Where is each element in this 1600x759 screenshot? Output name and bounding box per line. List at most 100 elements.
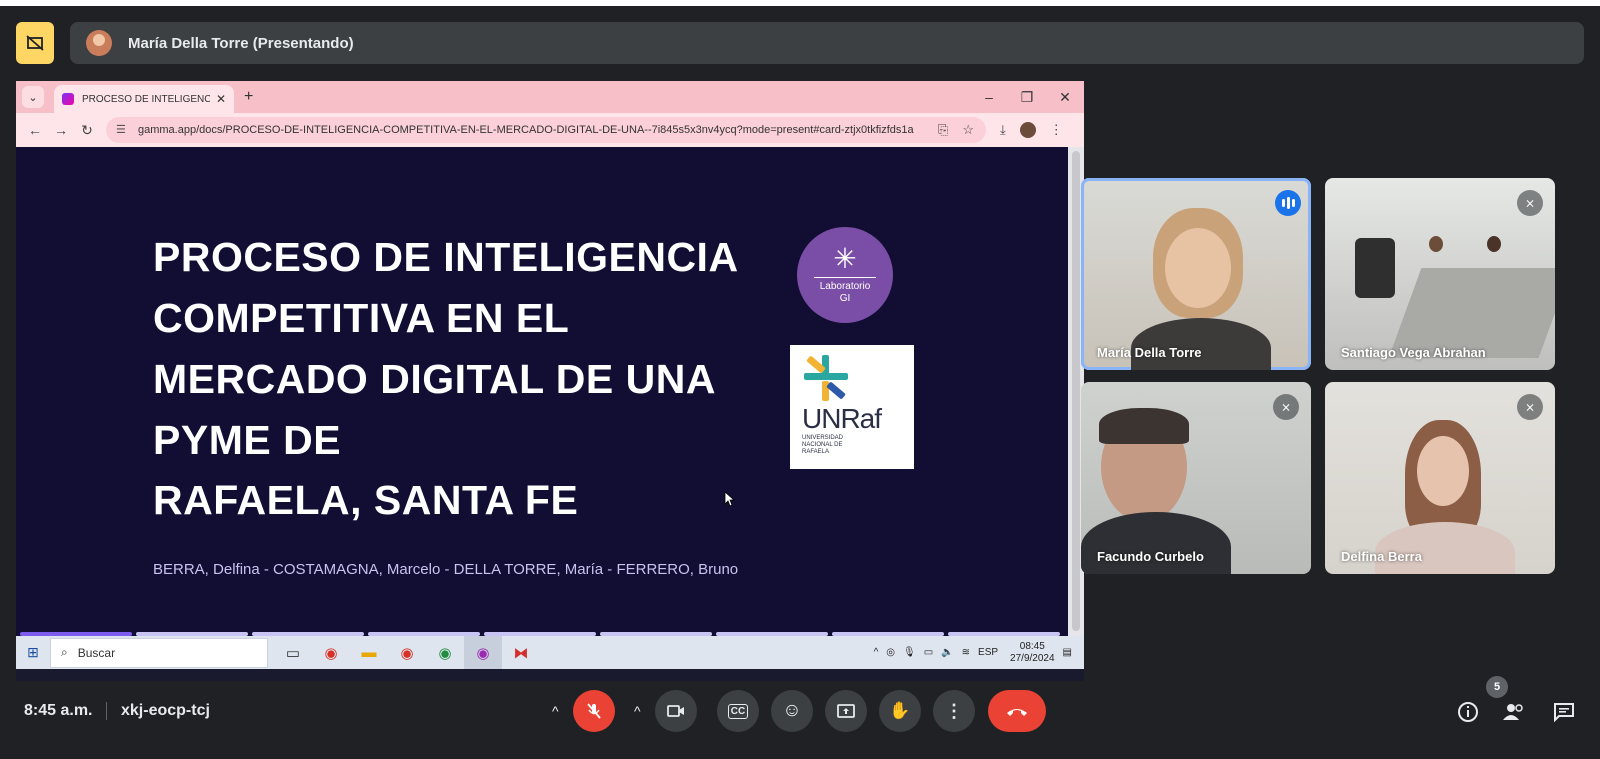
mic-off-icon: ⨯ — [1517, 394, 1543, 420]
presentation-slide: PROCESO DE INTELIGENCIA COMPETITIVA EN E… — [16, 147, 1068, 651]
slide-authors: BERRA, Delfina - COSTAMAGNA, Marcelo - D… — [153, 561, 739, 578]
slide-title-line: COMPETITIVA EN EL — [153, 295, 570, 341]
participant-tile[interactable]: ⨯ Santiago Vega Abrahan — [1325, 178, 1555, 370]
clock[interactable]: 08:45 27/9/2024 — [1010, 641, 1055, 665]
participant-hair — [1099, 408, 1189, 444]
chrome-icon[interactable]: ◉ — [426, 636, 464, 669]
reactions-button[interactable]: ☺ — [771, 690, 813, 732]
url-field[interactable]: ☰ gamma.app/docs/PROCESO-DE-INTELIGENCIA… — [106, 117, 986, 143]
lab-logo-line1: Laboratorio — [819, 281, 871, 292]
participant-tile[interactable]: ⨯ Facundo Curbelo — [1081, 382, 1311, 574]
browser-tab-bar: ⌄ PROCESO DE INTELIGENCIA CO ✕ + – ❐ ✕ — [16, 81, 1084, 113]
lab-logo-line2: GI — [839, 293, 851, 304]
browser-tab[interactable]: PROCESO DE INTELIGENCIA CO ✕ — [54, 85, 234, 113]
gamma-favicon-icon — [62, 93, 74, 105]
window-controls: – ❐ ✕ — [970, 81, 1084, 113]
slide-title-line: MERCADO DIGITAL DE UNA — [153, 356, 716, 402]
chat-icon[interactable] — [1550, 698, 1578, 726]
system-tray: ^ ◎ 🎙 ▭ 🔈 ≋ ESP 08:45 27/9/2024 ▤ — [874, 636, 1072, 669]
bookmark-star-icon[interactable]: ☆ — [962, 122, 974, 138]
close-window-icon[interactable]: ✕ — [1046, 81, 1084, 113]
task-view-icon[interactable]: ▭ — [274, 636, 312, 669]
tab-search-button[interactable]: ⌄ — [22, 86, 44, 108]
wifi-icon[interactable]: ≋ — [962, 647, 970, 658]
more-vert-icon: ⋮ — [945, 700, 963, 721]
address-bar: ← → ↻ ☰ gamma.app/docs/PROCESO-DE-INTELI… — [16, 113, 1084, 147]
participant-face — [1429, 236, 1443, 252]
unraf-sub: NACIONAL DE — [802, 442, 843, 448]
notifications-icon[interactable]: ▤ — [1063, 647, 1072, 658]
cast-icon[interactable]: ⎘ — [938, 122, 948, 138]
presenter-bar: María Della Torre (Presentando) — [70, 22, 1584, 64]
participant-face — [1417, 436, 1469, 506]
restore-icon[interactable]: ❐ — [1008, 81, 1046, 113]
participant-body — [1131, 318, 1271, 370]
more-options-button[interactable]: ⋮ — [933, 690, 975, 732]
present-off-icon — [26, 35, 44, 51]
hand-icon: ✋ — [889, 701, 911, 720]
camera-icon[interactable]: ◎ — [886, 647, 895, 658]
url-text: gamma.app/docs/PROCESO-DE-INTELIGENCIA-C… — [138, 124, 914, 136]
top-strip — [0, 0, 1600, 6]
minimize-icon[interactable]: – — [970, 81, 1008, 113]
microphone-icon[interactable]: 🎙 — [903, 647, 916, 658]
asterisk-icon: ✳ — [833, 243, 857, 274]
raise-hand-button[interactable]: ✋ — [879, 690, 921, 732]
slide-title-line: PROCESO DE INTELIGENCIA — [153, 234, 739, 280]
present-button[interactable] — [825, 690, 867, 732]
call-end-icon — [1007, 709, 1027, 716]
close-icon[interactable]: ✕ — [216, 92, 226, 106]
back-icon[interactable]: ← — [22, 122, 48, 138]
captions-button[interactable]: CC — [717, 690, 759, 732]
camera-toggle-button[interactable] — [655, 690, 697, 732]
volume-icon[interactable]: 🔈 — [941, 647, 953, 658]
participant-tile[interactable]: ⨯ Delfina Berra — [1325, 382, 1555, 574]
participant-body — [1375, 522, 1515, 574]
windows-start-icon[interactable]: ⊞ — [16, 644, 50, 661]
office-chair — [1355, 238, 1395, 298]
shared-screen: ⌄ PROCESO DE INTELIGENCIA CO ✕ + – ❐ ✕ ←… — [16, 81, 1084, 681]
chrome-icon[interactable]: ◉ — [312, 636, 350, 669]
video-options-chevron-icon[interactable]: ^ — [634, 690, 641, 732]
leave-call-button[interactable] — [988, 690, 1046, 732]
stop-presenting-button[interactable] — [16, 22, 54, 64]
forward-icon[interactable]: → — [48, 122, 74, 138]
mic-off-icon — [587, 703, 601, 719]
profile-avatar[interactable] — [1019, 122, 1036, 138]
site-info-icon[interactable]: ☰ — [116, 123, 130, 137]
unraf-mark-icon — [802, 355, 850, 401]
laboratorio-gi-logo: ✳ Laboratorio GI — [797, 227, 893, 323]
audio-options-chevron-icon[interactable]: ^ — [552, 690, 559, 732]
slide-title-line: PYME DE — [153, 417, 342, 463]
video-camera-icon — [667, 705, 684, 717]
divider — [106, 702, 107, 720]
captions-icon: CC — [727, 703, 749, 719]
new-tab-icon[interactable]: + — [244, 88, 253, 106]
search-icon: ⌕ — [61, 645, 68, 659]
mic-off-icon: ⨯ — [1273, 394, 1299, 420]
avatar — [86, 30, 112, 56]
unraf-logo: UNRaf UNIVERSIDAD NACIONAL DE RAFAELA — [790, 345, 914, 469]
reload-icon[interactable]: ↻ — [74, 122, 100, 139]
chrome-icon[interactable]: ◉ — [464, 636, 502, 669]
more-vert-icon[interactable]: ⋮ — [1050, 122, 1063, 138]
battery-icon[interactable]: ▭ — [924, 647, 933, 658]
acrobat-icon[interactable]: ⧓ — [502, 636, 540, 669]
participant-face — [1165, 228, 1231, 308]
download-icon[interactable]: ⤓ — [1000, 122, 1006, 138]
file-explorer-icon[interactable]: ▬ — [350, 636, 388, 669]
meeting-code: xkj-eocp-tcj — [121, 702, 210, 719]
participant-tile[interactable]: María Della Torre — [1081, 178, 1311, 370]
chrome-icon[interactable]: ◉ — [388, 636, 426, 669]
participant-name: Santiago Vega Abrahan — [1341, 345, 1486, 360]
microphone-toggle-button[interactable] — [573, 690, 615, 732]
participant-body — [1081, 512, 1231, 574]
speaking-indicator-icon — [1275, 190, 1301, 216]
chevron-up-icon[interactable]: ^ — [874, 647, 879, 658]
meeting-time: 8:45 a.m. — [24, 702, 93, 719]
meeting-details-icon[interactable] — [1454, 698, 1482, 726]
people-icon[interactable] — [1500, 698, 1528, 726]
taskbar-search[interactable]: ⌕ Buscar — [50, 637, 268, 668]
presenter-name: María Della Torre (Presentando) — [128, 34, 354, 52]
language-indicator[interactable]: ESP — [978, 647, 998, 658]
